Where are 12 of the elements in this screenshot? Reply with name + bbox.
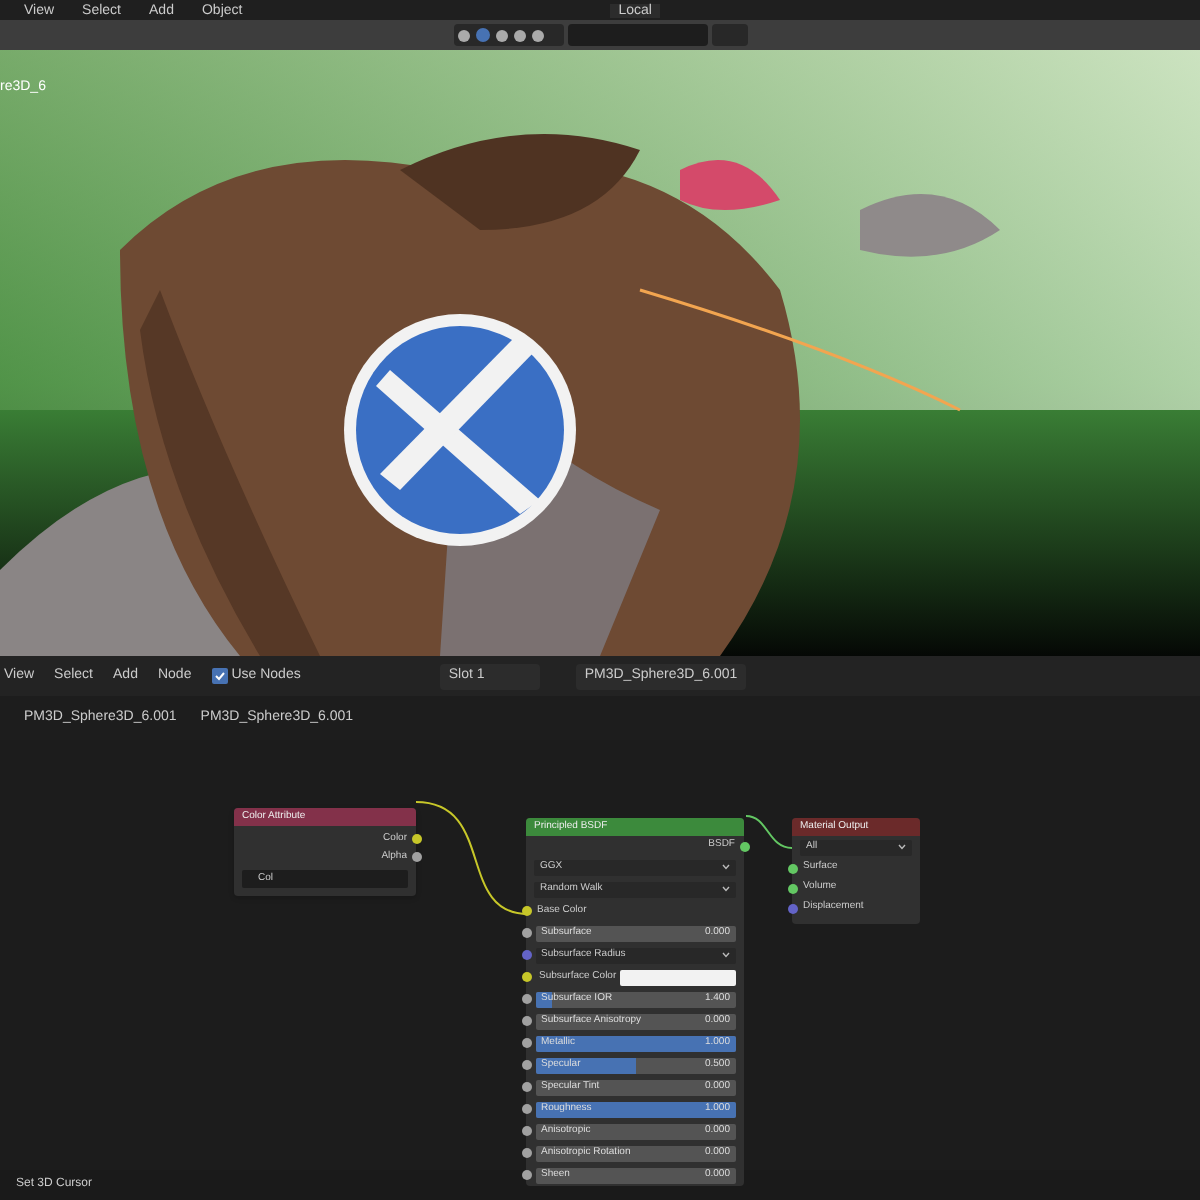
caret-icon <box>898 844 906 850</box>
search-field[interactable] <box>567 24 707 46</box>
caret-icon <box>722 864 730 870</box>
checkbox[interactable] <box>211 668 228 684</box>
node-wire <box>745 815 793 849</box>
principled-bsdf-node[interactable] <box>526 818 744 1186</box>
node-wire <box>416 801 529 915</box>
shading-buttons[interactable] <box>453 24 563 46</box>
caret-icon <box>722 952 730 958</box>
color-swatch[interactable] <box>620 969 736 985</box>
caret-icon <box>722 886 730 892</box>
checkmark-icon <box>213 670 226 682</box>
